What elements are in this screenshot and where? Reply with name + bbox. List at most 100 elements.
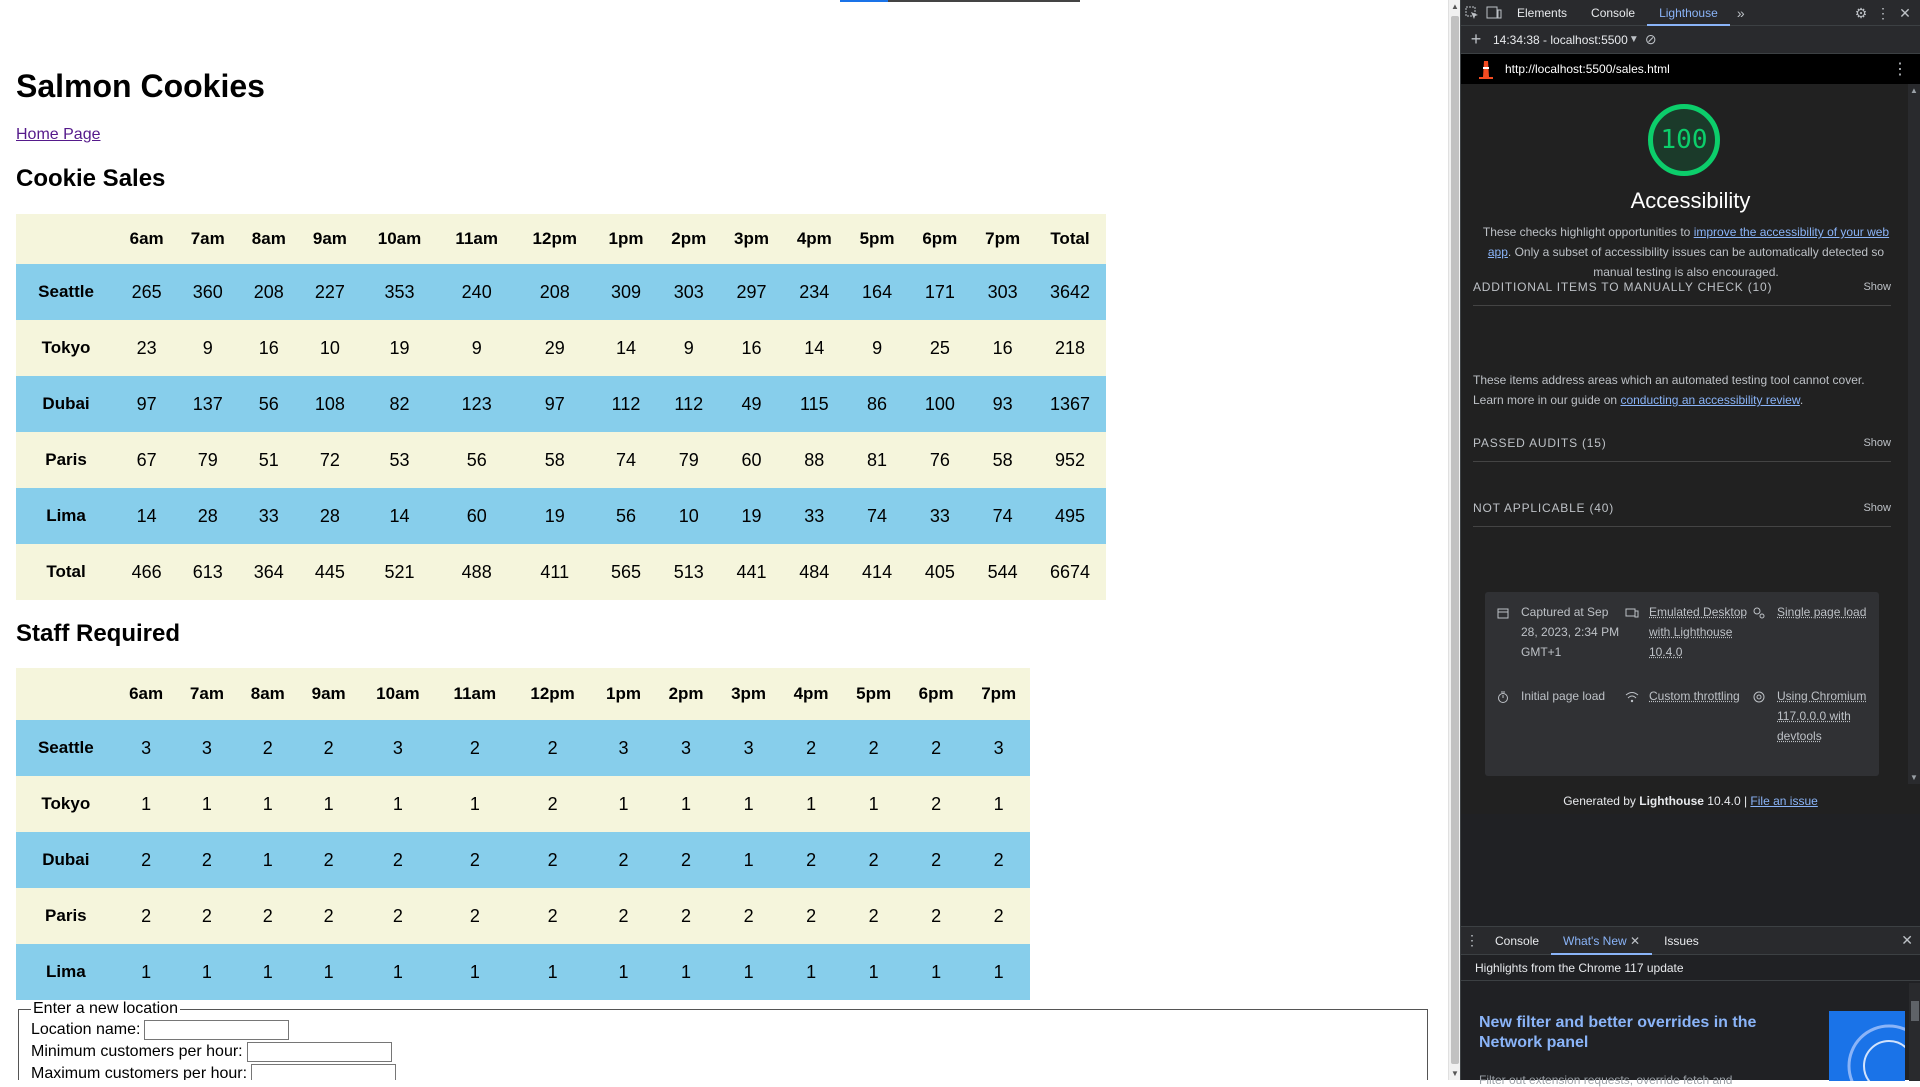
table-row: Paris 67 79 51 72 53 56 58 74 79 60 88 81 76 58 952 [16,432,1106,488]
drawer-tab-issues[interactable]: Issues [1652,927,1711,955]
category-title: Accessibility [1461,188,1920,214]
table-cell: 58 [971,432,1034,488]
timer-icon [1497,689,1511,703]
drawer-menu-icon[interactable]: ⋮ [1461,928,1483,954]
table-cell: 100 [908,376,971,432]
staff-required-table: 6am 7am 8am 9am 10am 11am 12pm 1pm 2pm 3pm 4pm 5pm 6… [16,668,1030,1000]
table-cell: 544 [971,544,1034,600]
staff-header-3: 8am [237,668,298,720]
whats-new-thumbnail[interactable] [1829,1011,1905,1081]
cookie-sales-table: 6am 7am 8am 9am 10am 11am 12pm 1pm 2pm 3pm 4pm 5pm 6… [16,214,1106,600]
table-row: Tokyo 23 9 16 10 19 9 29 14 9 16 14 9 25 16 218 [16,320,1106,376]
group-not-applicable[interactable]: NOT APPLICABLE (40) Show [1473,489,1891,527]
table-cell: 56 [238,376,299,432]
max-customers-input[interactable] [251,1064,396,1080]
location-name-input[interactable] [144,1020,289,1040]
lighthouse-report: 100 Accessibility These checks highlight… [1461,84,1920,814]
row-location-name: Lima [16,944,116,1000]
chromium-icon [1753,689,1767,703]
dropdown-arrow-icon[interactable]: ▼ [1628,27,1640,53]
group-passed-show-button[interactable]: Show [1863,437,1891,449]
table-cell: 97 [515,376,595,432]
page-scrollbar[interactable]: ▲ ▼ [1448,0,1460,1080]
drawer-tab-whats-new-label: What's New [1563,934,1627,948]
accessibility-review-link[interactable]: conducting an accessibility review [1620,393,1799,407]
meta-emulated-text[interactable]: Emulated Desktop with Lighthouse 10.4.0 [1649,602,1753,662]
drawer-tab-console[interactable]: Console [1483,927,1551,955]
new-report-plus-icon[interactable]: + [1465,27,1487,53]
drawer-scrollbar[interactable] [1909,983,1920,1081]
meta-single-text[interactable]: Single page load [1777,602,1866,622]
table-cell: 2 [905,776,968,832]
table-cell: 484 [783,544,846,600]
table-row: Total 466 613 364 445 521 488 411 565 513 441 484 41… [16,544,1106,600]
more-options-icon[interactable]: ⋮ [1872,0,1894,26]
table-cell: 137 [177,376,238,432]
scroll-up-arrow-icon[interactable]: ▲ [1910,86,1918,95]
table-cell: 88 [783,432,846,488]
max-customers-label: Maximum customers per hour: [31,1065,247,1080]
group-na-show-button[interactable]: Show [1863,502,1891,514]
score-gauge[interactable]: 100 [1648,104,1720,176]
table-cell: 14 [595,320,658,376]
min-customers-input[interactable] [247,1042,392,1062]
sales-header-3: 8am [238,214,299,264]
staff-header-row: 6am 7am 8am 9am 10am 11am 12pm 1pm 2pm 3pm 4pm 5pm 6… [16,668,1030,720]
meta-throttling: Custom throttling [1625,686,1753,766]
tab-console[interactable]: Console [1579,0,1647,26]
whats-new-article-title[interactable]: New filter and better overrides in the N… [1479,1013,1809,1053]
web-page: Salmon Cookies Home Page Cookie Sales 6a… [0,0,1448,1080]
inspect-element-icon[interactable] [1461,0,1483,26]
table-cell: 2 [592,888,655,944]
table-cell: 1 [237,776,298,832]
group-manual-show-button[interactable]: Show [1863,281,1891,293]
tab-elements[interactable]: Elements [1505,0,1579,26]
cookie-sales-heading: Cookie Sales [16,165,165,193]
close-devtools-icon[interactable]: ✕ [1894,0,1916,26]
group-manual-check[interactable]: ADDITIONAL ITEMS TO MANUALLY CHECK (10) … [1473,268,1891,306]
footer-brand: Lighthouse [1639,794,1704,808]
table-cell: 1 [967,944,1030,1000]
settings-gear-icon[interactable]: ⚙ [1850,0,1872,26]
scroll-down-arrow-icon[interactable]: ▼ [1910,773,1918,782]
drawer-scroll-thumb[interactable] [1911,1001,1919,1021]
table-cell: 234 [783,264,846,320]
meta-throttling-text[interactable]: Custom throttling [1649,686,1740,706]
close-drawer-icon[interactable]: ✕ [1901,932,1913,949]
close-tab-icon[interactable]: ✕ [1630,934,1640,948]
table-cell: 411 [515,544,595,600]
more-tabs-icon[interactable]: » [1730,0,1752,26]
clear-reports-icon[interactable]: ⊘ [1640,27,1662,53]
table-cell: 3 [177,720,238,776]
staff-header-4: 9am [298,668,359,720]
report-scrollbar[interactable]: ▲ ▼ [1908,84,1920,784]
table-cell: 952 [1034,432,1106,488]
table-cell: 3 [592,720,655,776]
meta-chromium-text[interactable]: Using Chromium 117.0.0.0 with devtools [1777,686,1881,746]
home-page-link[interactable]: Home Page [16,126,101,144]
sales-header-15: Total [1034,214,1106,264]
table-cell: 303 [971,264,1034,320]
page-scroll-thumb[interactable] [1451,16,1459,1064]
runtime-settings: Captured at Sep 28, 2023, 2:34 PM GMT+1 … [1485,592,1879,776]
report-menu-icon[interactable]: ⋮ [1892,59,1908,79]
table-cell: 1 [655,944,718,1000]
table-cell: 51 [238,432,299,488]
drawer-tab-whats-new[interactable]: What's New ✕ [1551,927,1652,955]
sales-header-13: 6pm [908,214,971,264]
device-toolbar-icon[interactable] [1483,0,1505,26]
file-issue-link[interactable]: File an issue [1750,794,1817,808]
table-cell: 521 [360,544,438,600]
row-location-name: Paris [16,888,116,944]
table-cell: 3 [655,720,718,776]
group-passed-audits[interactable]: PASSED AUDITS (15) Show [1473,424,1891,462]
table-cell: 2 [359,888,437,944]
report-url[interactable]: http://localhost:5500/sales.html [1505,62,1670,76]
tab-lighthouse[interactable]: Lighthouse [1647,0,1730,26]
report-selector[interactable]: 14:34:38 - localhost:5500 [1493,33,1628,47]
table-cell: 2 [513,832,592,888]
scroll-down-arrow-icon[interactable]: ▼ [1451,1069,1459,1078]
table-cell: 613 [177,544,238,600]
scroll-up-arrow-icon[interactable]: ▲ [1451,2,1459,11]
table-cell: 74 [595,432,658,488]
